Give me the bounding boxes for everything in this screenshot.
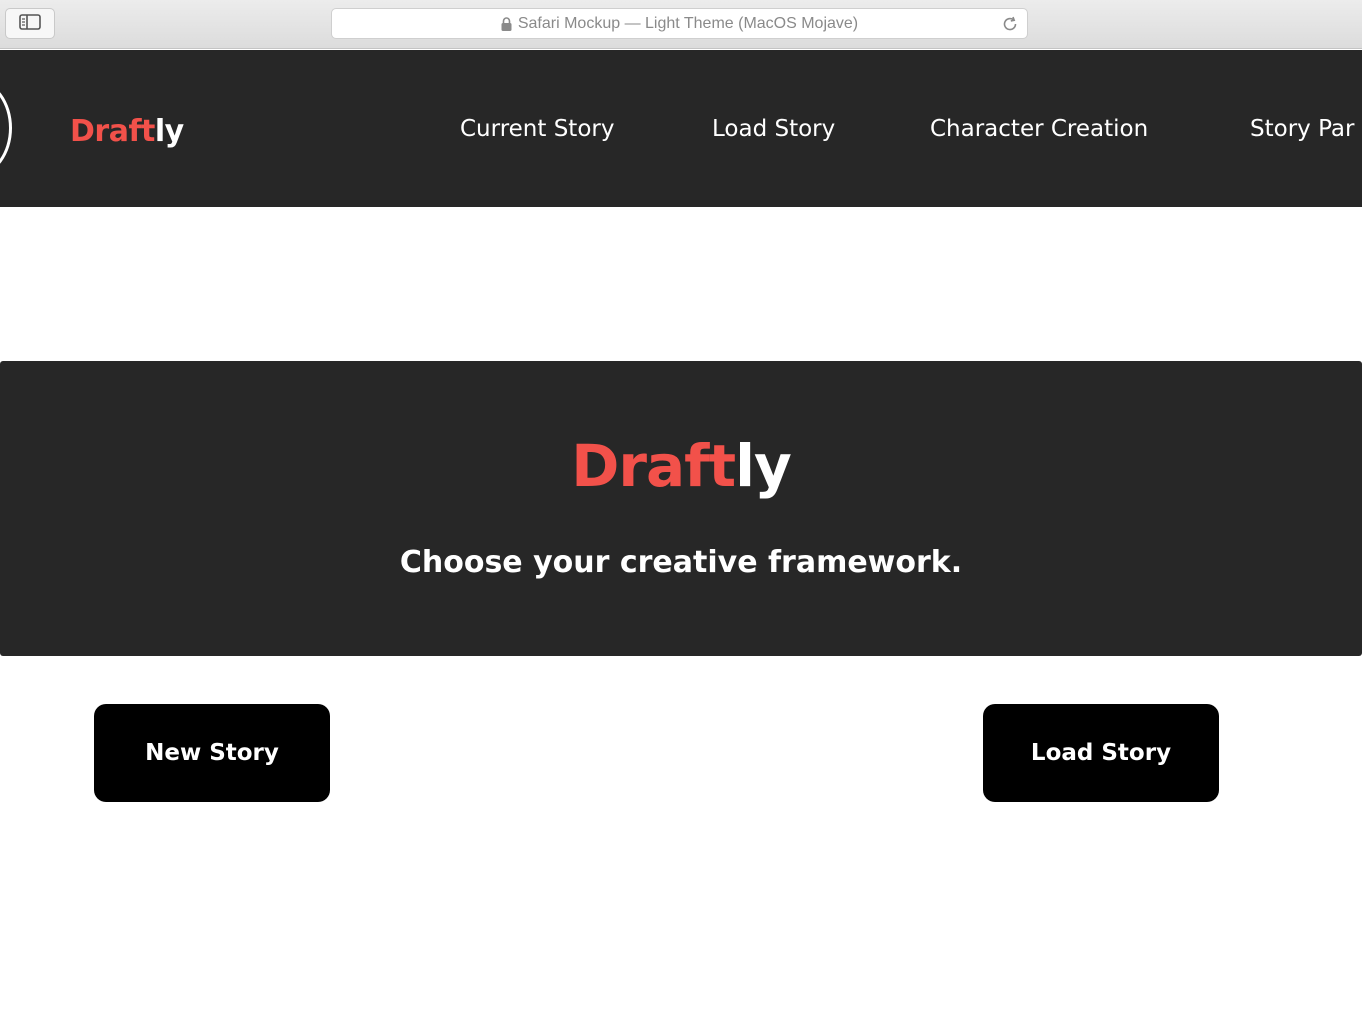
browser-toolbar: Safari Mockup — Light Theme (MacOS Mojav…: [0, 0, 1362, 49]
brand-text-light: ly: [154, 114, 184, 149]
nav-link-load-story[interactable]: Load Story: [712, 116, 835, 142]
hero-banner: [0, 361, 1362, 656]
hero-subtitle: Choose your creative framework.: [399, 545, 963, 580]
hero-title-accent: Draft: [571, 432, 736, 500]
hero-title-light: ly: [735, 432, 792, 500]
load-story-button[interactable]: Load Story: [983, 704, 1219, 802]
nav-link-story-par[interactable]: Story Par: [1250, 116, 1354, 142]
nav-brand[interactable]: Draftly: [70, 114, 184, 149]
hero-title: Draftly: [0, 432, 1362, 500]
brand-text-accent: Draft: [70, 114, 155, 149]
logo-icon[interactable]: [0, 80, 12, 176]
new-story-button[interactable]: New Story: [94, 704, 330, 802]
site-navbar: Draftly Current Story Load Story Charact…: [0, 50, 1362, 207]
sidebar-toggle-button[interactable]: [5, 8, 55, 39]
lock-icon: [501, 16, 512, 31]
reload-icon[interactable]: [1001, 15, 1019, 33]
nav-link-current-story[interactable]: Current Story: [460, 116, 614, 142]
nav-link-character-creation[interactable]: Character Creation: [930, 116, 1148, 142]
address-bar[interactable]: Safari Mockup — Light Theme (MacOS Mojav…: [331, 8, 1028, 39]
sidebar-toggle-icon: [19, 13, 41, 34]
address-text: Safari Mockup — Light Theme (MacOS Mojav…: [517, 14, 859, 32]
